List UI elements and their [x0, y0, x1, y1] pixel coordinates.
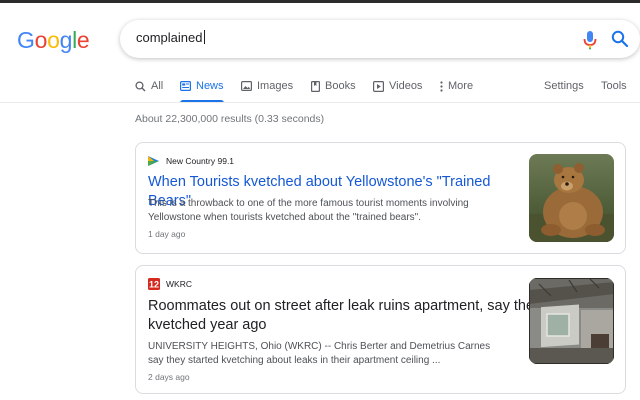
search-icon: [135, 80, 146, 91]
tab-videos[interactable]: Videos: [373, 78, 422, 94]
google-logo[interactable]: Google: [17, 27, 90, 54]
book-icon: [311, 80, 320, 92]
news-icon: [180, 81, 191, 91]
search-tabs: All News Images Books Videos More Settin…: [0, 78, 640, 103]
tab-label: News: [196, 80, 224, 92]
divider: [0, 102, 640, 103]
result-snippet-line: This is a throwback to one of the more f…: [148, 198, 469, 209]
result-snippet-line: Yellowstone when tourists kvetched about…: [148, 212, 422, 223]
more-dots-icon: [440, 80, 443, 92]
tab-label: Images: [257, 80, 294, 92]
result-snippet-line: say they started kvetching about leaks i…: [148, 355, 441, 366]
bear-thumbnail[interactable]: [529, 154, 614, 242]
tab-books[interactable]: Books: [311, 78, 356, 94]
wkrc-favicon-icon: 12: [148, 278, 160, 290]
room-thumbnail[interactable]: [529, 278, 614, 364]
result-date: 1 day ago: [148, 229, 186, 239]
logo-letter: o: [34, 27, 48, 53]
search-icon[interactable]: [611, 30, 629, 48]
browser-top-edge: [0, 0, 640, 3]
tab-label: Videos: [389, 80, 423, 92]
logo-letter: e: [76, 27, 90, 53]
tab-more[interactable]: More: [440, 78, 473, 94]
damaged-room-photo-image: [529, 278, 614, 364]
image-icon: [241, 81, 252, 91]
result-snippet-line: UNIVERSITY HEIGHTS, Ohio (WKRC) -- Chris…: [148, 341, 491, 352]
tab-all[interactable]: All: [135, 78, 163, 94]
logo-letter: g: [59, 27, 73, 53]
result-source[interactable]: New Country 99.1: [148, 155, 234, 167]
logo-letter: G: [17, 27, 35, 53]
tab-images[interactable]: Images: [241, 78, 293, 94]
play-icon: [373, 80, 384, 92]
result-title-line[interactable]: kvetched year ago: [148, 316, 267, 335]
search-query: complained: [136, 30, 203, 45]
search-input[interactable]: complained: [136, 30, 205, 45]
search-box[interactable]: complained: [120, 20, 640, 58]
news-result-card[interactable]: 12 WKRC Roommates out on street after le…: [135, 265, 626, 394]
source-name: WKRC: [166, 279, 192, 289]
svg-text:12: 12: [149, 280, 159, 290]
tools-link[interactable]: Tools: [601, 78, 627, 94]
tab-label: All: [151, 80, 164, 92]
result-date: 2 days ago: [148, 372, 190, 382]
logo-letter: o: [47, 27, 60, 53]
tab-label: Books: [325, 80, 356, 92]
bear-photo-image: [529, 154, 614, 242]
source-name: New Country 99.1: [166, 156, 235, 166]
tab-label: More: [448, 80, 474, 92]
settings-link[interactable]: Settings: [544, 78, 584, 94]
text-caret: [203, 30, 205, 44]
news-result-card[interactable]: New Country 99.1 When Tourists kvetched …: [135, 142, 626, 254]
tab-news[interactable]: News: [180, 78, 224, 94]
results-count: About 22,300,000 results (0.33 seconds): [135, 113, 325, 125]
new-country-favicon-icon: [148, 156, 159, 166]
microphone-icon[interactable]: [581, 30, 599, 50]
result-title-line[interactable]: Roommates out on street after leak ruins…: [148, 297, 541, 316]
result-source[interactable]: 12 WKRC: [148, 278, 192, 290]
